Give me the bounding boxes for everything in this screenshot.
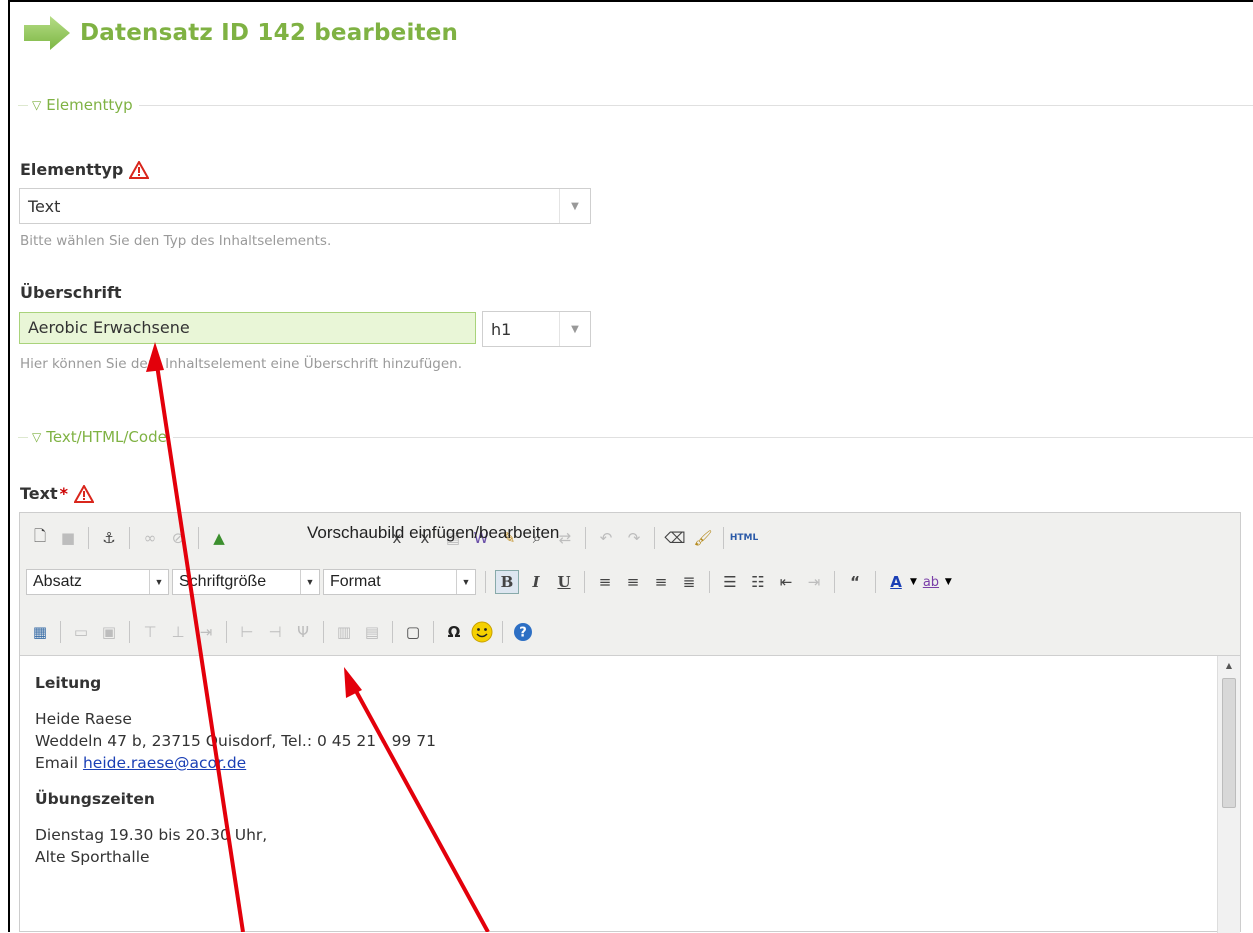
insert-row-before-icon[interactable]: ⊤ (139, 621, 161, 643)
special-char-icon[interactable]: Ω (443, 621, 465, 643)
anchor-icon[interactable]: ⚓ (98, 527, 120, 549)
outdent-icon[interactable]: ⇤ (775, 571, 797, 593)
ueberschrift-label: Überschrift (20, 283, 122, 302)
bullet-list-icon[interactable]: ☰ (719, 571, 741, 593)
content-heading-leitung: Leitung (35, 674, 102, 692)
elementtyp-select[interactable]: Text ▼ (19, 188, 591, 224)
merge-cells-icon[interactable]: ▤ (361, 621, 383, 643)
paragraph-select[interactable]: Absatz ▼ (26, 569, 169, 595)
content-heading-zeiten: Übungszeiten (35, 790, 155, 808)
chevron-down-icon[interactable]: ▼ (910, 577, 917, 587)
ueberschrift-hint: Hier können Sie dem Inhaltselement eine … (20, 356, 463, 372)
insert-row-after-icon[interactable]: ⊥ (167, 621, 189, 643)
fieldset-legend-elementtyp[interactable]: ▽ Elementtyp (18, 95, 1253, 115)
elementtyp-hint: Bitte wählen Sie den Typ des Inhaltselem… (20, 233, 332, 249)
split-cells-icon[interactable]: ▥ (333, 621, 355, 643)
unlink-icon[interactable]: ⊘ (167, 527, 189, 549)
align-center-icon[interactable]: ≡ (622, 571, 644, 593)
save-icon[interactable]: ■ (57, 527, 79, 549)
editor-scrollbar[interactable]: ▲ (1217, 656, 1240, 933)
arrow-right-icon (24, 16, 70, 50)
insert-col-after-icon[interactable]: ⊣ (264, 621, 286, 643)
svg-text:?: ? (519, 626, 527, 641)
chevron-down-icon[interactable]: ▼ (945, 577, 952, 587)
align-justify-icon[interactable]: ≣ (678, 571, 700, 593)
redo-icon[interactable]: ↷ (623, 527, 645, 549)
warning-triangle-icon (129, 160, 150, 179)
page-header: Datensatz ID 142 bearbeiten (24, 14, 458, 52)
row-props-icon[interactable]: ▭ (70, 621, 92, 643)
toolbar-row-2: Absatz ▼ Schriftgröße ▼ Format ▼ B I U ≡ ≡ … (26, 565, 952, 599)
delete-col-icon[interactable]: Ψ (292, 621, 314, 643)
chevron-down-icon[interactable]: ▼ (559, 189, 590, 223)
cell-props-icon[interactable]: ▣ (98, 621, 120, 643)
indent-icon[interactable]: ⇥ (803, 571, 825, 593)
legend-label: Text/HTML/Code (46, 428, 167, 446)
text-color-icon[interactable]: A (885, 571, 907, 593)
blockquote-icon[interactable]: “ (844, 571, 866, 593)
undo-icon[interactable]: ↶ (595, 527, 617, 549)
scroll-up-icon[interactable]: ▲ (1218, 658, 1240, 672)
text-label: Text * (20, 484, 94, 503)
scroll-thumb[interactable] (1222, 678, 1236, 808)
required-mark: * (59, 484, 68, 503)
page-title: Datensatz ID 142 bearbeiten (80, 20, 459, 46)
toolbar-tooltip: Vorschaubild einfügen/bearbeiten (307, 523, 560, 542)
toolbar-row-3: ▦ ▭ ▣ ⊤ ⊥ ⇥ ⊢ ⊣ Ψ ▥ ▤ ▢ Ω ? (26, 615, 537, 649)
content-contact: Heide Raese Weddeln 47 b, 23715 Quisdorf… (35, 710, 436, 772)
new-document-icon[interactable]: 🗋 (29, 527, 51, 549)
bold-button[interactable]: B (495, 570, 519, 594)
numbered-list-icon[interactable]: ☷ (747, 571, 769, 593)
ueberschrift-input[interactable]: Aerobic Erwachsene (19, 312, 476, 344)
editor-toolbar: 🗋 ■ ⚓ ∞ ⊘ ▲ x x ▤ W ✎ ⌕ ⇄ ↶ ↷ ⌫ 🖌 HTML V… (20, 513, 1240, 656)
underline-button[interactable]: U (553, 571, 575, 593)
italic-button[interactable]: I (525, 571, 547, 593)
rich-text-editor: 🗋 ■ ⚓ ∞ ⊘ ▲ x x ▤ W ✎ ⌕ ⇄ ↶ ↷ ⌫ 🖌 HTML V… (19, 512, 1241, 933)
html-source-button[interactable]: HTML (730, 527, 758, 549)
image-icon[interactable]: ▲ (208, 527, 230, 549)
collapse-triangle-icon[interactable]: ▽ (32, 430, 41, 444)
align-right-icon[interactable]: ≡ (650, 571, 672, 593)
heading-level-select[interactable]: h1 ▼ (482, 311, 591, 347)
eraser-icon[interactable]: ⌫ (664, 527, 686, 549)
collapse-triangle-icon[interactable]: ▽ (32, 98, 41, 112)
emoticon-icon[interactable] (471, 621, 493, 643)
highlight-color-icon[interactable]: ab (920, 571, 942, 593)
editor-content[interactable]: Leitung Heide Raese Weddeln 47 b, 23715 … (20, 656, 1215, 933)
layer-icon[interactable]: ▢ (402, 621, 424, 643)
table-icon[interactable]: ▦ (29, 621, 51, 643)
content-schedule: Dienstag 19.30 bis 20.30 Uhr, Alte Sport… (35, 826, 268, 866)
warning-triangle-icon (73, 484, 94, 503)
link-icon[interactable]: ∞ (139, 527, 161, 549)
email-link[interactable]: heide.raese@acor.de (83, 754, 246, 772)
format-select[interactable]: Format ▼ (323, 569, 476, 595)
legend-label: Elementtyp (46, 96, 133, 114)
fontsize-select[interactable]: Schriftgröße ▼ (172, 569, 320, 595)
align-left-icon[interactable]: ≡ (594, 571, 616, 593)
brush-icon[interactable]: 🖌 (692, 527, 714, 549)
help-icon[interactable]: ? (512, 621, 534, 643)
fieldset-legend-texthtml[interactable]: ▽ Text/HTML/Code (18, 427, 1253, 447)
insert-col-before-icon[interactable]: ⊢ (236, 621, 258, 643)
delete-row-icon[interactable]: ⇥ (195, 621, 217, 643)
chevron-down-icon[interactable]: ▼ (559, 312, 590, 346)
elementtyp-label: Elementtyp (20, 160, 150, 179)
